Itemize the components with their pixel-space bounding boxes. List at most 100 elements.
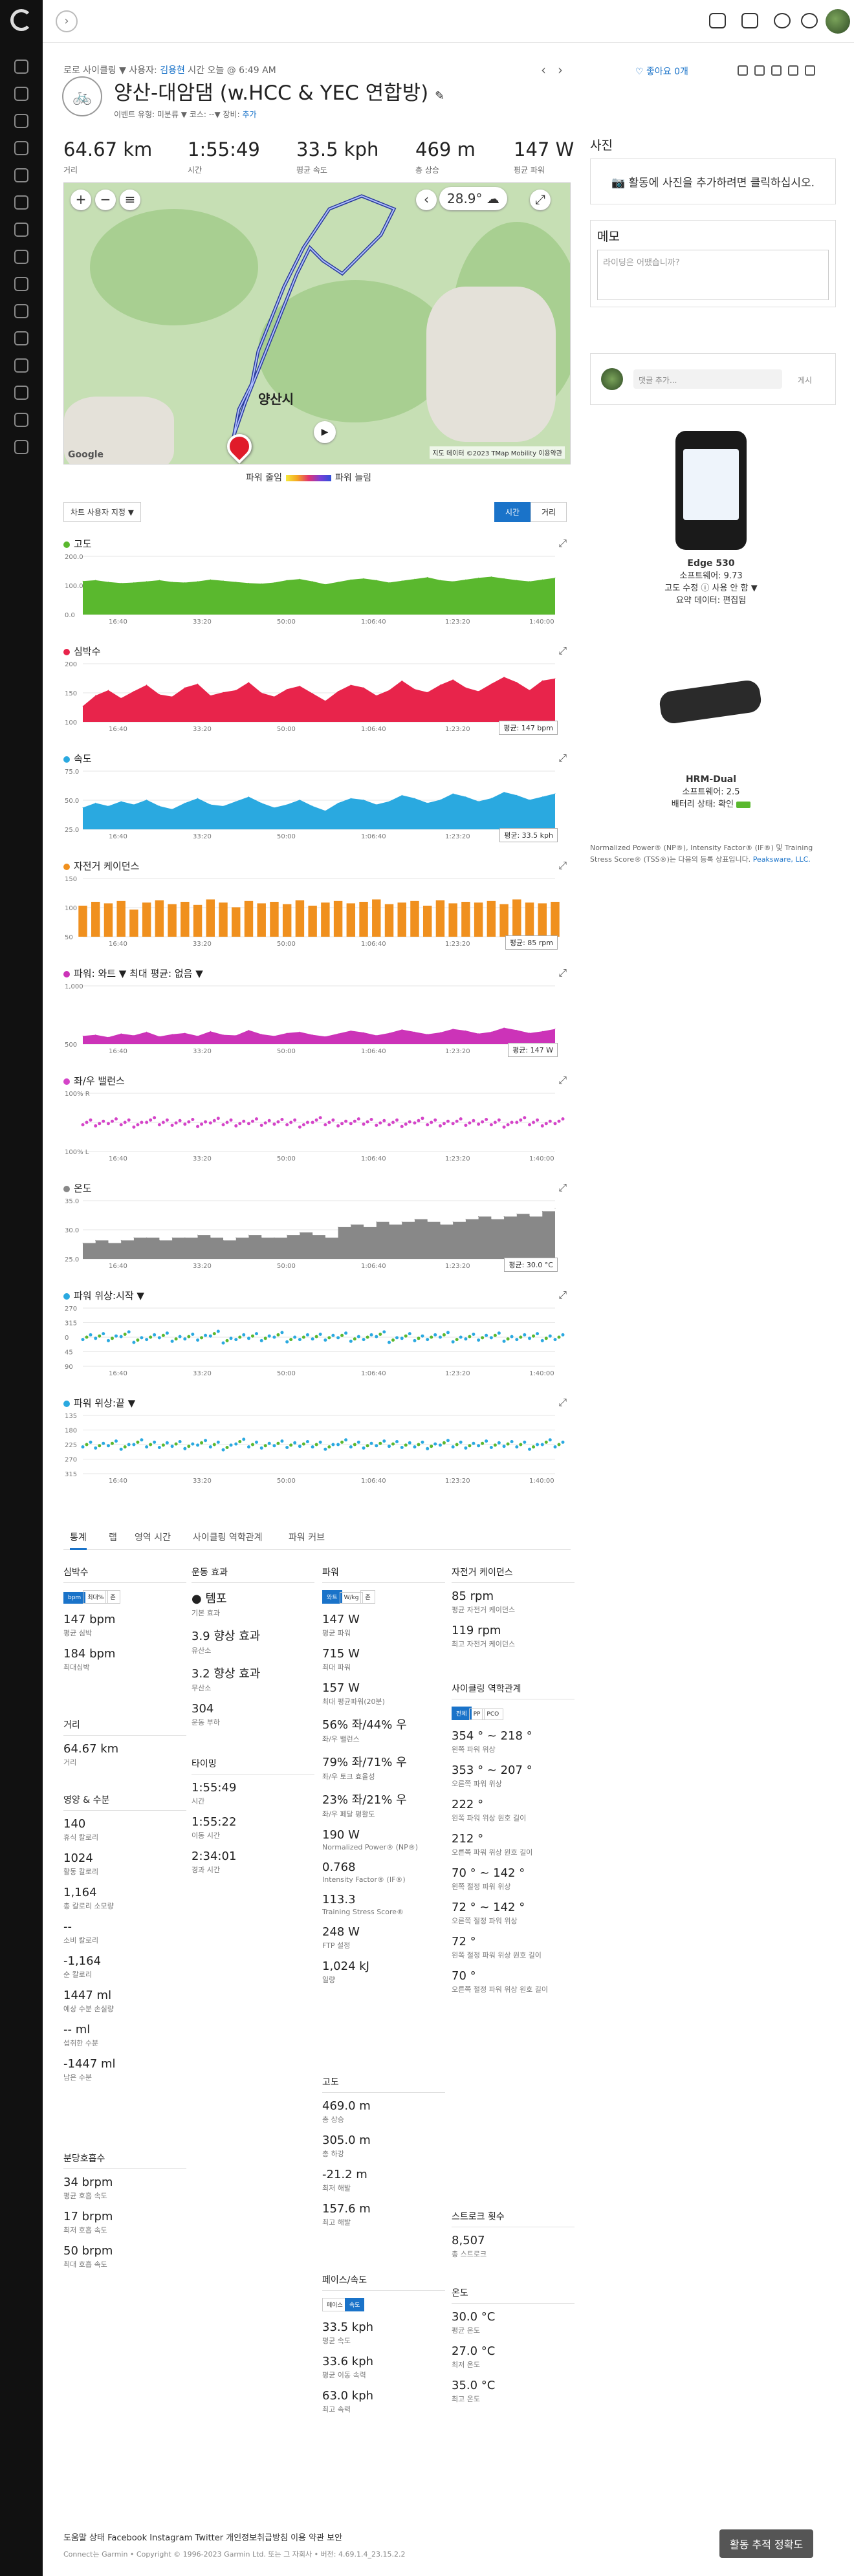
chart-title[interactable]: 파워 위상:시작 ▼ xyxy=(63,1289,144,1302)
garmin-logo-icon[interactable] xyxy=(10,9,32,31)
chart-customize-dropdown[interactable]: 차트 사용자 지정 ▼ xyxy=(63,502,141,522)
expand-chart-icon[interactable]: ⤢ xyxy=(558,1074,567,1087)
chart-plot[interactable]: 270 315 0 45 90 16:40 33:20 50:00 1:06:40 1:23:20… xyxy=(63,1303,571,1381)
device-name[interactable]: Edge 530 xyxy=(648,558,774,570)
tab-power-curve[interactable]: 파워 커브 xyxy=(289,1531,325,1544)
device-name[interactable]: HRM-Dual xyxy=(648,774,774,786)
meta-prefix[interactable]: 로로 사이클링 ▼ 사용자: xyxy=(63,65,157,76)
chart-plot[interactable]: 135 180 225 270 315 16:40 33:20 50:00 1:06:40 1:2… xyxy=(63,1410,571,1488)
unit-toggle-option[interactable]: 최대% xyxy=(83,1590,109,1604)
connections-icon[interactable] xyxy=(14,277,28,291)
chart-plot[interactable]: 1,00050016:4033:2050:001:06:401:23:201:4… xyxy=(63,981,571,1058)
event-course-gear[interactable]: 이벤트 유형: 미분류 ▼ 코스: --▼ 장비: xyxy=(114,110,242,119)
expand-chart-icon[interactable]: ⤢ xyxy=(558,644,567,657)
peaksware-link[interactable]: Peaksware, LLC. xyxy=(753,855,811,864)
tracking-feedback-button[interactable]: 활동 추적 정확도 xyxy=(719,2529,814,2558)
star-icon[interactable] xyxy=(754,65,765,76)
chart-plot[interactable]: 200.0 100.0 0.0 16:40 33:20 50:00 1:06:40 1:23:… xyxy=(63,551,571,629)
chart-title[interactable]: 좌/우 밸런스 xyxy=(63,1074,125,1087)
chart-title[interactable]: 고도 xyxy=(63,537,92,551)
challenges-icon[interactable] xyxy=(14,223,28,237)
tab-laps[interactable]: 랩 xyxy=(109,1531,117,1544)
expand-chart-icon[interactable]: ⤢ xyxy=(558,1289,567,1302)
chart-title[interactable]: 온도 xyxy=(63,1181,92,1195)
home-icon[interactable] xyxy=(14,60,28,74)
fullscreen-icon[interactable]: ⤢ xyxy=(530,190,551,210)
zoom-out-icon[interactable]: − xyxy=(95,190,116,210)
upload-icon[interactable] xyxy=(709,13,726,28)
chart-plot[interactable]: 100% R 100% L 16:40 33:20 50:00 1:06:40 1:23:2… xyxy=(63,1088,571,1166)
chart-power[interactable]: 파워: 와트 ▼ 최대 평균: 없음 ▼ ⤢ 1,000 500 16:40 33:20 5… xyxy=(63,966,571,1064)
user-link[interactable]: 김용현 xyxy=(160,65,185,76)
footer-links[interactable]: 도움말 상태 Facebook Instagram Twitter 개인정보취급… xyxy=(63,2531,342,2543)
chart-power_phase_start[interactable]: 파워 위상:시작 ▼ ⤢ 270 315 0 45 90 16:40 33:20 50:00 1:0… xyxy=(63,1289,571,1386)
segments-icon[interactable] xyxy=(14,331,28,345)
more-icon[interactable] xyxy=(14,440,28,454)
expand-sidebar-chevron-icon[interactable]: › xyxy=(56,10,78,32)
chart-power_phase_end[interactable]: 파워 위상:끝 ▼ ⤢ 135 180 225 270 315 16:40 33:20 50:00… xyxy=(63,1396,571,1493)
prev-activity-icon[interactable]: ‹ xyxy=(541,62,558,78)
expand-chart-icon[interactable]: ⤢ xyxy=(558,537,567,550)
unit-toggle-option[interactable]: PCO xyxy=(482,1708,504,1720)
chart-title[interactable]: 심박수 xyxy=(63,644,100,658)
help-icon[interactable] xyxy=(801,13,818,28)
unit-toggle-option[interactable]: 페이스 xyxy=(322,2298,347,2311)
expand-chart-icon[interactable]: ⤢ xyxy=(558,859,567,872)
unit-toggle-option[interactable]: 존 xyxy=(360,1590,375,1604)
insights-icon[interactable] xyxy=(14,250,28,264)
unit-toggle-option[interactable]: 속도 xyxy=(344,2298,365,2311)
chart-title[interactable]: 파워: 와트 ▼ 최대 평균: 없음 ▼ xyxy=(63,966,203,980)
gear-icon[interactable] xyxy=(805,65,815,76)
unit-toggle-option[interactable]: W/kg xyxy=(339,1592,364,1604)
toggle-distance[interactable]: 거리 xyxy=(531,502,567,522)
chart-plot[interactable]: 75.0 50.0 25.0 16:40 33:20 50:00 1:06:40 1:23:2… xyxy=(63,766,571,844)
chart-elevation[interactable]: 고도 ⤢ 200.0 100.0 0.0 16:40 33:20 50:00 1:06:40 1:… xyxy=(63,537,571,634)
activity-title[interactable]: 양산-대암댐 (w.HCC & YEC 연합방) ✎ xyxy=(114,76,444,105)
expand-chart-icon[interactable]: ⤢ xyxy=(558,966,567,979)
edit-icon[interactable] xyxy=(738,65,748,76)
share-icon[interactable] xyxy=(771,65,782,76)
edit-title-icon[interactable]: ✎ xyxy=(435,89,444,103)
toggle-time[interactable]: 시간 xyxy=(494,502,531,522)
tab-stats[interactable]: 통계 xyxy=(70,1531,87,1550)
route-map[interactable]: + − ≡ ‹ 28.9° ☁ ⤢ 양산시 ▶ Google 지도 데이터 ©2… xyxy=(63,182,571,464)
elevation-correction[interactable]: 고도 수정 ⓘ 사용 안 함 ▼ xyxy=(648,582,774,595)
expand-chart-icon[interactable]: ⤢ xyxy=(558,752,567,765)
training-icon[interactable] xyxy=(14,195,28,210)
expand-chart-icon[interactable]: ⤢ xyxy=(558,1181,567,1194)
lock-icon[interactable] xyxy=(788,65,798,76)
tab-cycling-dynamics[interactable]: 사이클링 역학관계 xyxy=(193,1531,263,1544)
chart-cadence[interactable]: 자전거 케이던스 ⤢ 150 100 50 16:40 33:20 50:00 1:06:40 1… xyxy=(63,859,571,956)
courses-icon[interactable] xyxy=(14,413,28,427)
chart-temperature[interactable]: 온도 ⤢ 35.0 30.0 25.0 16:40 33:20 50:00 1:06:40 1:2… xyxy=(63,1181,571,1278)
like-button[interactable]: ♡ 좋아요 0개 xyxy=(635,65,688,78)
chart-plot[interactable]: 35.0 30.0 25.0 16:40 33:20 50:00 1:06:40 1:23:2… xyxy=(63,1195,571,1273)
notifications-icon[interactable] xyxy=(774,13,791,28)
chart-heart_rate[interactable]: 심박수 ⤢ 200 150 100 16:40 33:20 50:00 1:06:40 1:23:… xyxy=(63,644,571,741)
chart-plot[interactable]: 1501005016:4033:2050:001:06:401:23:201:4… xyxy=(63,873,571,951)
next-activity-icon[interactable]: › xyxy=(558,62,575,78)
chart-title[interactable]: 파워 위상:끝 ▼ xyxy=(63,1396,135,1410)
chart-title[interactable]: 자전거 케이던스 xyxy=(63,859,139,873)
chart-plot[interactable]: 20015010016:4033:2050:001:06:401:23:201:… xyxy=(63,659,571,736)
unit-toggle-option[interactable]: bpm xyxy=(63,1592,86,1604)
inbox-icon[interactable] xyxy=(741,13,758,28)
activity-icon[interactable] xyxy=(14,87,28,101)
user-avatar[interactable] xyxy=(826,9,850,34)
badges-icon[interactable] xyxy=(14,386,28,400)
collapse-map-icon[interactable]: ‹ xyxy=(416,190,437,210)
expand-chart-icon[interactable]: ⤢ xyxy=(558,1396,567,1409)
devices-icon[interactable] xyxy=(14,304,28,318)
comment-input[interactable]: 댓글 추가... xyxy=(633,369,782,389)
chart-title[interactable]: 속도 xyxy=(63,752,92,765)
post-comment-button[interactable]: 게시 xyxy=(798,375,812,386)
chart-speed[interactable]: 속도 ⤢ 75.0 50.0 25.0 16:40 33:20 50:00 1:06:40 1:2… xyxy=(63,752,571,849)
reports-icon[interactable] xyxy=(14,141,28,155)
health-icon[interactable] xyxy=(14,168,28,182)
layers-icon[interactable]: ≡ xyxy=(120,190,140,210)
add-photo-button[interactable]: 📷 활동에 사진을 추가하려면 클릭하십시오. xyxy=(590,158,836,204)
tab-time-in-zone[interactable]: 영역 시간 xyxy=(135,1531,171,1544)
map-attribution[interactable]: 지도 데이터 ©2023 TMap Mobility 이용약관 xyxy=(430,446,565,459)
goals-icon[interactable] xyxy=(14,358,28,373)
add-gear-link[interactable]: 추가 xyxy=(242,110,256,119)
